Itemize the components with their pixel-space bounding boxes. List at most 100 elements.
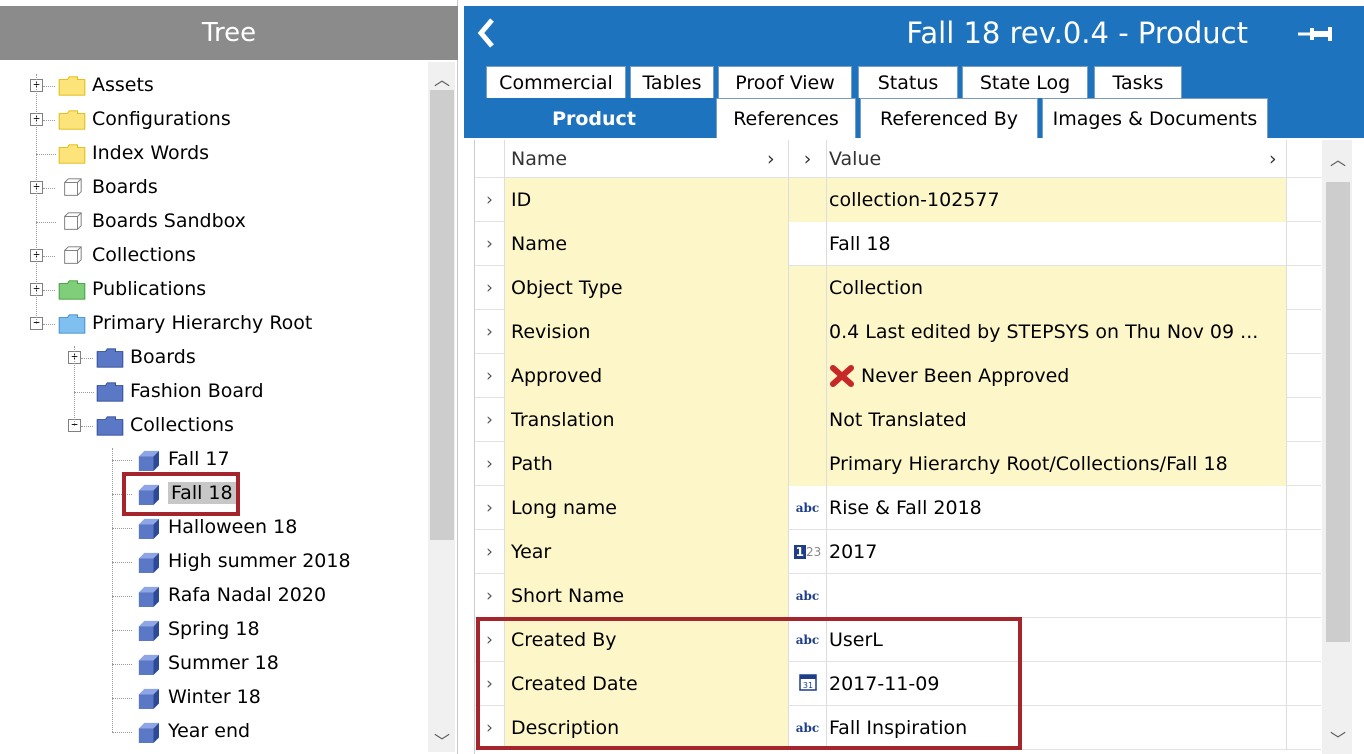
tree-connector — [81, 426, 93, 427]
attribute-value-text: 2017 — [829, 541, 878, 563]
tree-node-label: Publications — [92, 278, 207, 300]
attribute-value[interactable]: Primary Hierarchy Root/Collections/Fall … — [827, 442, 1287, 486]
attribute-value[interactable]: Fall 18 — [827, 222, 1287, 266]
tree-scrollbar-thumb[interactable] — [430, 90, 454, 540]
table-row[interactable]: › Short Name abc — [475, 574, 1321, 618]
table-row[interactable]: › Long name abc Rise & Fall 2018 — [475, 486, 1321, 530]
folder-icon — [58, 76, 86, 96]
attribute-type — [789, 310, 827, 354]
chevron-left-icon[interactable] — [476, 16, 496, 50]
row-expand-icon[interactable]: › — [475, 398, 505, 442]
tab-commercial[interactable]: Commercial — [486, 66, 626, 98]
tree-node[interactable]: Summer 18 — [0, 648, 420, 680]
grid-scroll-up-icon[interactable]: ︿ — [1330, 146, 1346, 170]
chevron-right-icon[interactable]: › — [767, 148, 775, 170]
row-expand-icon[interactable]: › — [475, 486, 505, 530]
tree-node[interactable]: Spring 18 — [0, 614, 420, 646]
attribute-name: Translation — [505, 398, 789, 442]
attribute-value[interactable]: 0.4 Last edited by STEPSYS on Thu Nov 09… — [827, 310, 1287, 354]
tab-bar: Commercial Tables Proof View Status State Lo… — [464, 60, 1364, 138]
chevron-right-icon[interactable]: › — [1269, 148, 1277, 170]
tree-node[interactable]: Year end — [0, 716, 420, 748]
row-expand-icon[interactable]: › — [475, 530, 505, 574]
attribute-value[interactable]: collection-102577 — [827, 178, 1287, 222]
attribute-value[interactable]: Not Translated — [827, 398, 1287, 442]
row-expand-icon[interactable]: › — [475, 266, 505, 310]
tree-node[interactable]: Boards Sandbox — [0, 206, 420, 238]
attribute-value[interactable]: 2017 — [827, 530, 1287, 574]
attribute-type — [789, 398, 827, 442]
row-expand-icon[interactable]: › — [475, 222, 505, 266]
tab-referenced-by[interactable]: Referenced By — [860, 98, 1038, 138]
table-row[interactable]: › Translation Not Translated — [475, 398, 1321, 442]
tree-node[interactable]: Rafa Nadal 2020 — [0, 580, 420, 612]
attribute-value[interactable] — [827, 574, 1287, 618]
tree-node[interactable]: + Boards — [0, 172, 420, 204]
row-expand-icon[interactable]: › — [475, 574, 505, 618]
attribute-value-text: Not Translated — [829, 409, 967, 431]
row-expand-icon[interactable]: › — [475, 178, 505, 222]
tab-references[interactable]: References — [716, 98, 856, 138]
tree-connector — [112, 732, 132, 733]
attribute-value[interactable]: Collection — [827, 266, 1287, 310]
tree-node[interactable]: + Boards — [0, 342, 420, 374]
tab-tasks[interactable]: Tasks — [1094, 66, 1182, 98]
tree-node[interactable]: − Collections — [0, 410, 420, 442]
text-type-icon: abc — [795, 589, 820, 603]
folder-icon — [96, 416, 124, 436]
table-row[interactable]: › ID collection-102577 — [475, 178, 1321, 222]
tree-node-label: Boards — [92, 176, 158, 198]
created-fields-highlight — [476, 617, 1022, 750]
tab-product[interactable]: Product — [476, 98, 712, 138]
tree-scroll-up-icon[interactable]: ︿ — [434, 66, 450, 90]
table-row[interactable]: › Approved Never Been Approved — [475, 354, 1321, 398]
red-x-icon — [829, 365, 855, 387]
cube-outline-icon — [64, 246, 82, 264]
tree-node[interactable]: High summer 2018 — [0, 546, 420, 578]
column-header-name[interactable]: Name — [505, 140, 789, 178]
tree-node[interactable]: + Publications — [0, 274, 420, 306]
tree-node-label: Rafa Nadal 2020 — [168, 584, 327, 606]
tree-node-label: Assets — [92, 74, 154, 96]
row-expand-icon[interactable]: › — [475, 354, 505, 398]
grid-scroll-down-icon[interactable]: ﹀ — [1330, 726, 1346, 750]
tree-node[interactable]: + Collections — [0, 240, 420, 272]
tree-node[interactable]: Winter 18 — [0, 682, 420, 714]
tree-node[interactable]: Halloween 18 — [0, 512, 420, 544]
grid-header-row: Name › › Value › — [475, 140, 1321, 178]
cube-outline-icon — [64, 212, 82, 230]
table-row[interactable]: › Year 1 23 2017 — [475, 530, 1321, 574]
grid-scrollbar-thumb[interactable] — [1326, 182, 1350, 642]
table-row[interactable]: › Name Fall 18 — [475, 222, 1321, 266]
tab-proof-view[interactable]: Proof View — [718, 66, 852, 98]
product-title: Fall 18 rev.0.4 - Product — [906, 16, 1248, 50]
row-expand-icon[interactable]: › — [475, 310, 505, 354]
tree-node-label: Halloween 18 — [168, 516, 298, 538]
selected-node-highlight — [122, 472, 240, 516]
tree-node[interactable]: + Configurations — [0, 104, 420, 136]
tree-scroll-down-icon[interactable]: ﹀ — [434, 728, 450, 752]
attribute-value-text: collection-102577 — [829, 189, 1000, 211]
tree-node[interactable]: Index Words — [0, 138, 420, 170]
tab-status[interactable]: Status — [858, 66, 958, 98]
tree-node[interactable]: Fashion Board — [0, 376, 420, 408]
folder-icon — [58, 110, 86, 130]
tree-node[interactable]: + Assets — [0, 70, 420, 102]
table-row[interactable]: › Path Primary Hierarchy Root/Collections/… — [475, 442, 1321, 486]
pin-icon[interactable] — [1296, 24, 1336, 44]
row-expand-icon[interactable]: › — [475, 442, 505, 486]
attribute-value[interactable]: Never Been Approved — [827, 354, 1287, 398]
tree-node-label: Boards — [130, 346, 196, 368]
number-type-icon: 1 23 — [793, 545, 822, 559]
cube-icon — [138, 688, 159, 709]
table-row[interactable]: › Object Type Collection — [475, 266, 1321, 310]
attribute-value[interactable]: Rise & Fall 2018 — [827, 486, 1287, 530]
tab-tables[interactable]: Tables — [630, 66, 714, 98]
tree-node-label: High summer 2018 — [168, 550, 351, 572]
tab-state-log[interactable]: State Log — [962, 66, 1088, 98]
tab-images-documents[interactable]: Images & Documents — [1042, 98, 1268, 138]
tree-node[interactable]: − Primary Hierarchy Root — [0, 308, 420, 340]
column-header-value[interactable]: Value — [827, 140, 1287, 178]
column-header-type[interactable]: › — [789, 140, 827, 178]
table-row[interactable]: › Revision 0.4 Last edited by STEPSYS on T… — [475, 310, 1321, 354]
